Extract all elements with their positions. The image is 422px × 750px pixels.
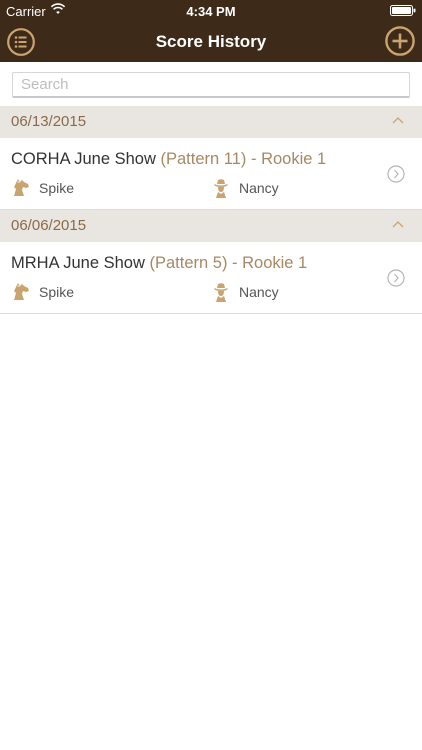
add-circle-icon[interactable] [385, 26, 415, 56]
chevron-up-icon[interactable] [392, 220, 404, 228]
horse-name: Spike [39, 180, 75, 196]
score-title: CORHA June Show (Pattern 11) - Rookie 1 [11, 150, 326, 169]
horse-head-icon [14, 283, 29, 300]
chevron-right-circle-icon[interactable] [387, 165, 405, 183]
section-date: 06/13/2015 [11, 113, 87, 130]
search-field-wrapper [12, 72, 410, 98]
section-header-date[interactable]: 06/13/2015 [0, 106, 422, 138]
page-title: Score History [155, 32, 267, 51]
score-title: MRHA June Show (Pattern 5) - Rookie 1 [11, 254, 307, 273]
search-bar [0, 62, 422, 106]
chevron-right-circle-icon[interactable] [387, 269, 405, 287]
show-name: MRHA June Show [11, 254, 145, 272]
navigation-bar: Score History [0, 22, 422, 62]
show-name: CORHA June Show [11, 150, 156, 168]
rider-name: Nancy [239, 284, 279, 300]
score-list-item[interactable]: MRHA June Show (Pattern 5) - Rookie 1 Sp… [0, 242, 422, 314]
battery-icon [390, 5, 416, 16]
search-input[interactable] [13, 73, 409, 96]
pattern-class: (Pattern 5) - Rookie 1 [149, 254, 308, 272]
section-header-date[interactable]: 06/06/2015 [0, 210, 422, 242]
cowboy-rider-icon [214, 179, 228, 198]
pattern-class: (Pattern 11) - Rookie 1 [160, 150, 327, 168]
horse-name: Spike [39, 284, 75, 300]
rider-name: Nancy [239, 180, 279, 196]
status-time: 4:34 PM [186, 4, 236, 19]
app-header: Carrier 4:34 PM Score History [0, 0, 422, 62]
score-list-item[interactable]: CORHA June Show (Pattern 11) - Rookie 1 … [0, 138, 422, 210]
status-bar: Carrier 4:34 PM [0, 0, 422, 22]
section-date: 06/06/2015 [11, 217, 87, 234]
cowboy-rider-icon [214, 283, 228, 302]
horse-head-icon [14, 179, 29, 196]
chevron-up-icon[interactable] [392, 116, 404, 124]
